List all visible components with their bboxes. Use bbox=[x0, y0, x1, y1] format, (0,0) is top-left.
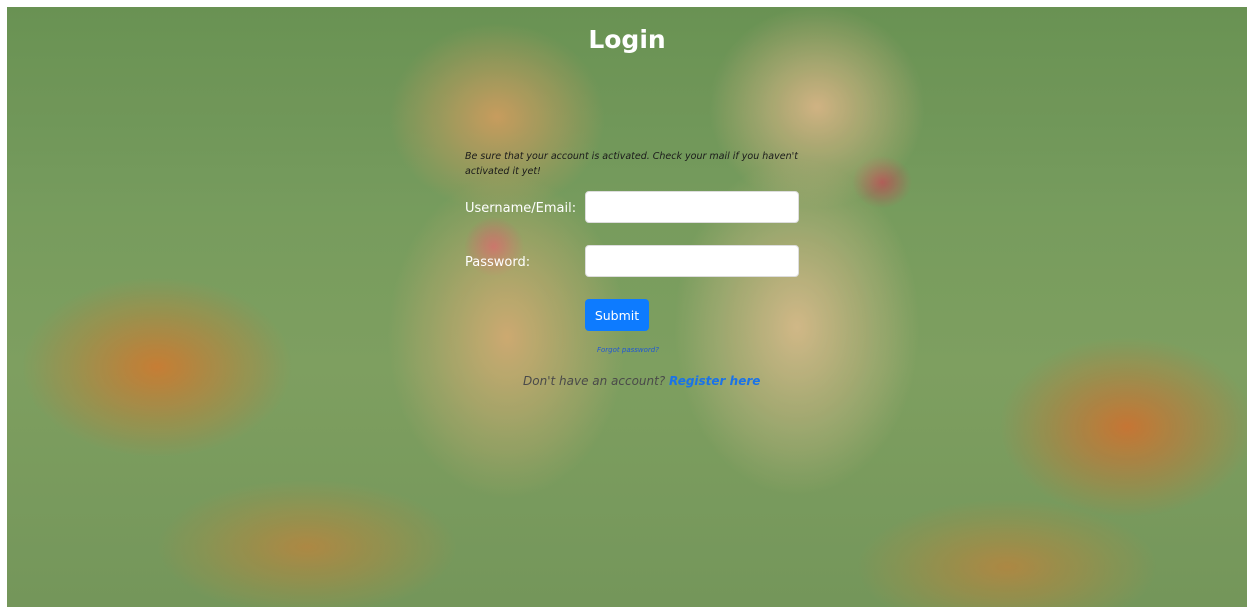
activation-notice: Be sure that your account is activated. … bbox=[465, 151, 798, 177]
submit-button[interactable]: Submit bbox=[585, 299, 649, 331]
forgot-password-link[interactable]: Forgot password? bbox=[597, 346, 659, 354]
register-prompt-line: Don't have an account? Register here bbox=[523, 374, 783, 388]
username-label: Username/Email: bbox=[465, 201, 577, 216]
page-title: Login bbox=[588, 25, 666, 54]
login-form: Login Be sure that your account is activ… bbox=[7, 7, 1247, 607]
register-link[interactable]: Register here bbox=[669, 374, 760, 388]
password-label: Password: bbox=[465, 255, 531, 270]
username-input[interactable] bbox=[585, 191, 799, 223]
password-input[interactable] bbox=[585, 245, 799, 277]
page-frame: Login Be sure that your account is activ… bbox=[7, 7, 1247, 607]
register-prompt-text: Don't have an account? bbox=[523, 374, 666, 388]
